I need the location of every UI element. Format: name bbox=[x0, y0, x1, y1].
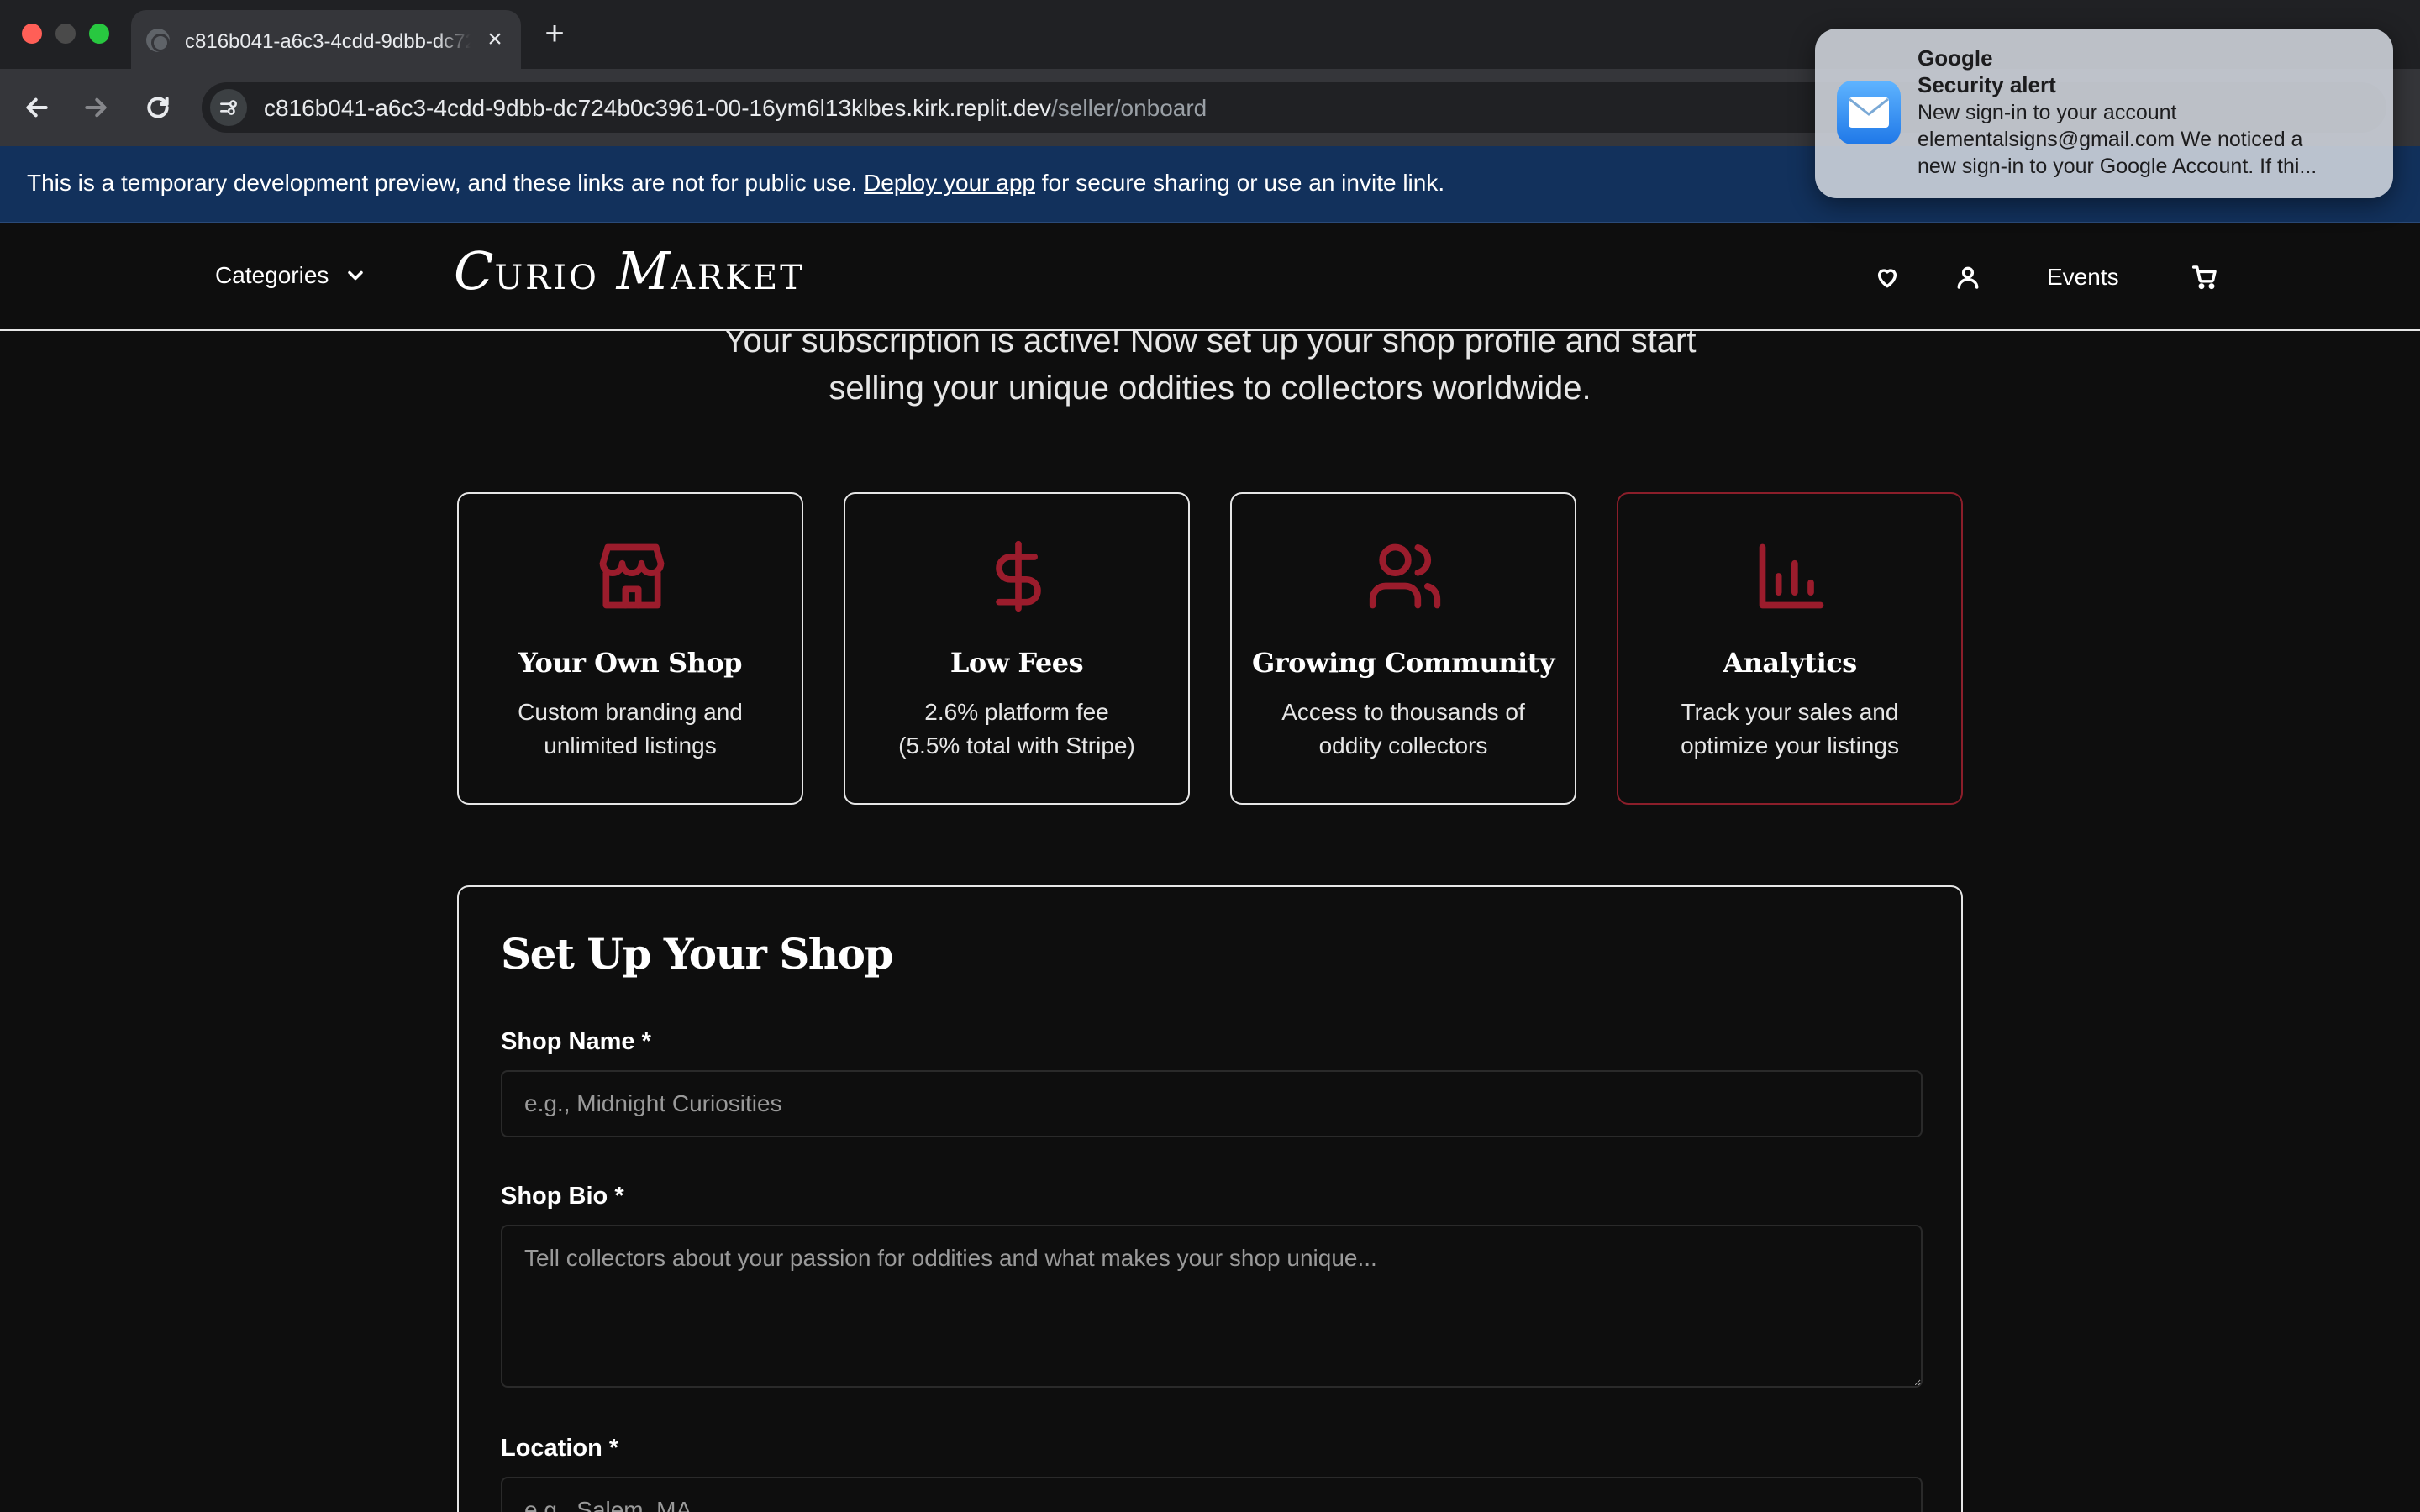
dollar-icon bbox=[980, 538, 1057, 615]
feature-desc-line: optimize your listings bbox=[1681, 732, 1899, 759]
feature-desc-line: Access to thousands of bbox=[1281, 699, 1525, 725]
new-tab-button[interactable]: + bbox=[538, 17, 571, 50]
intro-line-2: selling your unique oddities to collecto… bbox=[829, 370, 1591, 407]
heart-icon bbox=[1877, 269, 1897, 288]
feature-description: Track your sales and optimize your listin… bbox=[1635, 696, 1944, 763]
users-icon bbox=[1366, 538, 1444, 615]
feature-desc-line: Custom branding and bbox=[518, 699, 743, 725]
location-label: Location * bbox=[501, 1435, 619, 1462]
notification-line: new sign-in to your Google Account. If t… bbox=[1918, 155, 2317, 178]
feature-desc-line: Track your sales and bbox=[1681, 699, 1899, 725]
feature-description: Access to thousands of oddity collectors bbox=[1249, 696, 1558, 763]
feature-desc-line: unlimited listings bbox=[544, 732, 717, 759]
logo-letter-m: M bbox=[616, 240, 671, 302]
user-icon bbox=[1957, 266, 1979, 289]
notification-line: elementalsigns@gmail.com We noticed a bbox=[1918, 128, 2303, 151]
window-maximize-button[interactable] bbox=[89, 24, 109, 44]
feature-title: Analytics bbox=[1723, 647, 1857, 679]
shop-bio-textarea[interactable] bbox=[501, 1225, 1923, 1388]
logo-text-urio: URIO bbox=[494, 259, 599, 297]
shop-name-input[interactable] bbox=[501, 1070, 1923, 1137]
feature-title: Your Own Shop bbox=[518, 647, 743, 679]
url-path: /seller/onboard bbox=[1051, 95, 1207, 121]
cart-button[interactable] bbox=[2188, 260, 2222, 294]
feature-desc-line: (5.5% total with Stripe) bbox=[898, 732, 1135, 759]
site-header: Categories CURIO MARKET Events bbox=[0, 223, 2420, 331]
feature-description: Custom branding and unlimited listings bbox=[476, 696, 785, 763]
feature-title: Low Fees bbox=[950, 647, 1084, 679]
arrow-left-icon bbox=[26, 97, 48, 118]
deploy-app-link[interactable]: Deploy your app bbox=[864, 170, 1035, 196]
notification-title: Security alert bbox=[1918, 72, 2056, 97]
notification-body: New sign-in to your account elementalsig… bbox=[1918, 99, 2378, 180]
window-close-button[interactable] bbox=[22, 24, 42, 44]
back-button[interactable] bbox=[17, 87, 57, 128]
feature-card-analytics: Analytics Track your sales and optimize y… bbox=[1617, 492, 1963, 805]
site-info-icon[interactable] bbox=[210, 89, 247, 126]
browser-tab[interactable]: c816b041-a6c3-4cdd-9dbb-dc724b0c3961 × bbox=[131, 10, 521, 69]
notification-line: New sign-in to your account bbox=[1918, 101, 2177, 124]
url-host: c816b041-a6c3-4cdd-9dbb-dc724b0c3961-00-… bbox=[264, 95, 1052, 121]
form-title: Set Up Your Shop bbox=[501, 929, 893, 979]
notification-app-name: Google bbox=[1918, 45, 1993, 71]
events-link[interactable]: Events bbox=[2047, 264, 2119, 291]
store-icon bbox=[593, 538, 671, 615]
account-button[interactable] bbox=[1951, 260, 1985, 294]
arrow-right-icon bbox=[85, 97, 107, 118]
dev-banner-text-before: This is a temporary development preview,… bbox=[27, 170, 865, 196]
logo-letter-c: C bbox=[454, 240, 495, 302]
dev-banner-text-after: for secure sharing or use an invite link… bbox=[1034, 170, 1445, 196]
feature-card-low-fees: Low Fees 2.6% platform fee (5.5% total wi… bbox=[844, 492, 1190, 805]
reload-icon bbox=[147, 97, 169, 118]
tab-title: c816b041-a6c3-4cdd-9dbb-dc724b0c3961 bbox=[185, 30, 471, 53]
dev-banner-text: This is a temporary development preview,… bbox=[27, 170, 1444, 197]
feature-desc-line: oddity collectors bbox=[1318, 732, 1488, 759]
location-input[interactable] bbox=[501, 1477, 1923, 1512]
window-minimize-button[interactable] bbox=[55, 24, 76, 44]
feature-card-community: Growing Community Access to thousands of… bbox=[1230, 492, 1576, 805]
categories-label: Categories bbox=[215, 262, 329, 288]
feature-title: Growing Community bbox=[1251, 647, 1555, 679]
shop-bio-label: Shop Bio * bbox=[501, 1183, 624, 1210]
shopping-cart-icon bbox=[2191, 265, 2217, 290]
onboard-intro: Your subscription is active! Now set up … bbox=[538, 318, 1882, 412]
security-alert-notification[interactable]: Google Security alert New sign-in to you… bbox=[1815, 29, 2393, 198]
logo-text-arket: ARKET bbox=[671, 259, 805, 297]
shop-setup-form: Set Up Your Shop Shop Name * Shop Bio * … bbox=[457, 885, 1963, 1512]
forward-button[interactable] bbox=[76, 87, 116, 128]
categories-menu-button[interactable]: Categories bbox=[215, 262, 367, 289]
url-text[interactable]: c816b041-a6c3-4cdd-9dbb-dc724b0c3961-00-… bbox=[264, 95, 1207, 122]
feature-description: 2.6% platform fee (5.5% total with Stripe… bbox=[862, 696, 1171, 763]
bar-chart-icon bbox=[1753, 538, 1830, 615]
chevron-down-icon bbox=[348, 270, 364, 281]
feature-cards: Your Own Shop Custom branding and unlimit… bbox=[457, 492, 1963, 805]
feature-card-own-shop: Your Own Shop Custom branding and unlimit… bbox=[457, 492, 803, 805]
site-logo[interactable]: CURIO MARKET bbox=[454, 240, 805, 302]
reload-button[interactable] bbox=[138, 87, 178, 128]
tab-close-icon[interactable]: × bbox=[482, 27, 508, 52]
feature-desc-line: 2.6% platform fee bbox=[924, 699, 1109, 725]
mail-app-icon bbox=[1837, 81, 1901, 144]
shop-name-label: Shop Name * bbox=[501, 1028, 651, 1055]
wishlist-button[interactable] bbox=[1870, 260, 1904, 294]
globe-icon bbox=[146, 29, 170, 52]
